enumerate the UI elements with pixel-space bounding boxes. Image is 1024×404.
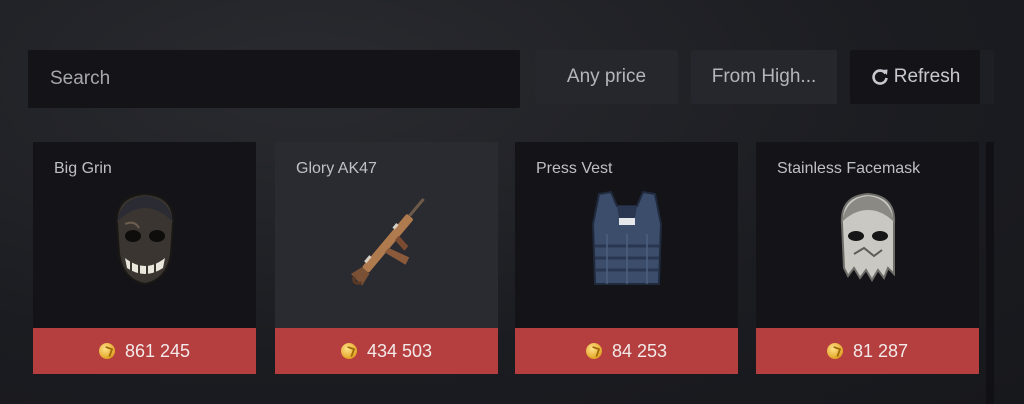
price-bar[interactable]: 84 253 [515, 328, 738, 374]
price-bar[interactable]: 434 503 [275, 328, 498, 374]
refresh-icon [870, 67, 890, 87]
coin-icon [585, 343, 602, 359]
refresh-button[interactable]: Refresh [850, 50, 980, 104]
press-vest-icon [577, 184, 677, 294]
glory-ak47-rifle-icon [337, 184, 437, 294]
price-filter-button[interactable]: Any price [535, 50, 678, 104]
refresh-label: Refresh [893, 66, 961, 87]
item-price: 81 287 [852, 340, 909, 361]
item-name: Glory AK47 [296, 160, 377, 177]
coin-icon [340, 343, 357, 359]
search-input[interactable] [48, 67, 500, 91]
price-filter-label: Any price [566, 66, 647, 87]
sort-order-button[interactable]: From High... [691, 50, 837, 104]
item-price: 84 253 [611, 340, 668, 361]
big-grin-mask-icon [95, 184, 195, 294]
item-name: Big Grin [54, 160, 112, 177]
item-name: Press Vest [536, 160, 613, 177]
item-name: Stainless Facemask [777, 160, 921, 177]
item-card[interactable]: Glory AK47 434 503 [275, 142, 498, 374]
item-price: 434 503 [366, 340, 433, 361]
search-box[interactable] [28, 50, 520, 108]
item-card[interactable]: Stainless Facemask 81 287 [756, 142, 979, 374]
stainless-facemask-icon [818, 184, 918, 294]
item-card[interactable]: Big Grin 861 245 [33, 142, 256, 374]
price-bar[interactable]: 81 287 [756, 328, 979, 374]
item-price: 861 245 [124, 340, 191, 361]
scrollbar[interactable] [986, 142, 994, 404]
sort-order-label: From High... [711, 66, 817, 87]
item-card[interactable]: Press Vest 84 253 [515, 142, 738, 374]
toolbar-edge [980, 50, 994, 104]
price-bar[interactable]: 861 245 [33, 328, 256, 374]
coin-icon [826, 343, 843, 359]
coin-icon [98, 343, 115, 359]
